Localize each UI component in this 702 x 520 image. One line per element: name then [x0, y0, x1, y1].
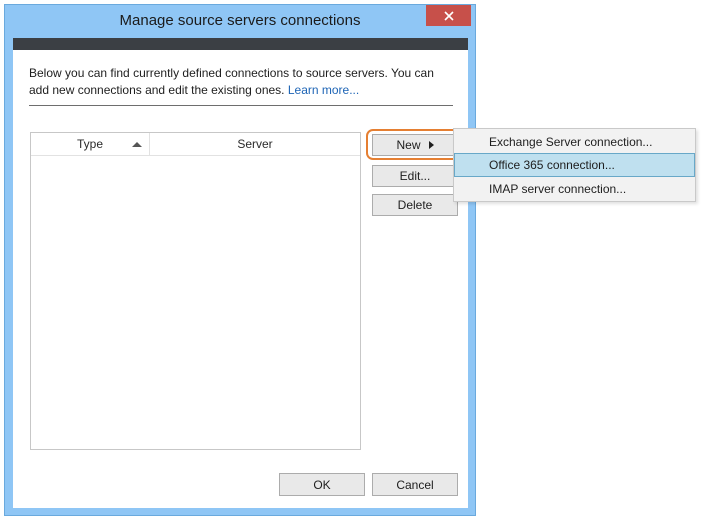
connections-list[interactable]: Type Server: [30, 132, 361, 450]
ok-button[interactable]: OK: [279, 473, 365, 496]
sort-up-icon: [132, 142, 142, 147]
column-header-type[interactable]: Type: [31, 133, 150, 155]
new-button[interactable]: New: [372, 134, 458, 156]
edit-button[interactable]: Edit...: [372, 165, 458, 187]
new-button-label: New: [396, 138, 421, 152]
header-strip: [13, 38, 468, 50]
close-icon: [443, 10, 454, 21]
dialog-window: Manage source servers connections Below …: [4, 4, 476, 516]
delete-button[interactable]: Delete: [372, 194, 458, 216]
play-icon: [428, 141, 434, 149]
title-bar[interactable]: Manage source servers connections: [5, 5, 475, 38]
dialog-client-area: Below you can find currently defined con…: [13, 38, 468, 508]
description-text: Below you can find currently defined con…: [29, 65, 454, 99]
list-header: Type Server: [31, 133, 360, 156]
new-connection-menu: Exchange Server connection... Office 365…: [453, 128, 696, 202]
menu-item-office-365[interactable]: Office 365 connection...: [454, 153, 695, 177]
close-button[interactable]: [426, 5, 471, 26]
cancel-button[interactable]: Cancel: [372, 473, 458, 496]
description-body: Below you can find currently defined con…: [29, 66, 434, 97]
column-header-label: Type: [76, 137, 103, 151]
menu-item-imap-server[interactable]: IMAP server connection...: [454, 177, 695, 201]
column-header-label: Server: [237, 137, 273, 151]
window-title: Manage source servers connections: [119, 12, 361, 29]
learn-more-link[interactable]: Learn more...: [288, 83, 359, 97]
screen: Manage source servers connections Below …: [0, 0, 702, 520]
menu-item-exchange-server[interactable]: Exchange Server connection...: [454, 130, 695, 154]
description-divider: [29, 105, 453, 106]
column-header-server[interactable]: Server: [150, 133, 360, 155]
